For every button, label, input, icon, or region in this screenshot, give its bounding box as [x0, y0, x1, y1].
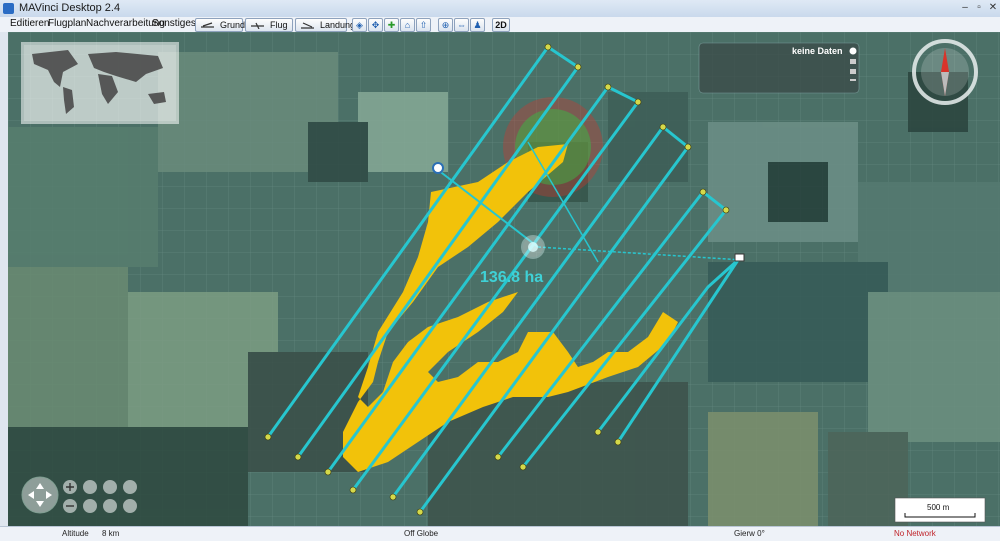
move-point-button[interactable]: ✥ — [368, 18, 383, 32]
menu-editieren[interactable]: Editieren — [10, 18, 49, 29]
flug-button[interactable]: Flug — [245, 18, 293, 32]
menu-flugplan[interactable]: Flugplan — [48, 18, 86, 29]
scale-bar: 500 m — [894, 497, 986, 523]
takeoff-marker-icon[interactable] — [432, 162, 444, 174]
home-icon: ⌂ — [404, 20, 411, 30]
zoom-extent-button[interactable]: ⇔ — [454, 18, 469, 32]
menu-sonstiges[interactable]: Sonstiges — [152, 18, 196, 29]
globe-state: Off Globe — [404, 529, 439, 538]
world-overview-map[interactable] — [21, 42, 179, 124]
tilt-up-icon — [103, 480, 117, 494]
plane-landing-icon — [301, 22, 314, 29]
plus-icon: ✚ — [387, 20, 396, 30]
plane-flight-icon — [251, 22, 264, 29]
heading-value: Gierw 0° — [734, 529, 765, 538]
rotate-icon — [83, 480, 97, 494]
network-status: No Network — [894, 529, 936, 538]
upload-icon: ⇧ — [419, 20, 428, 30]
grund-label: Grund — [220, 20, 246, 30]
app-logo-icon — [3, 3, 14, 14]
grund-button[interactable]: Grund — [195, 18, 246, 32]
user-button[interactable]: ♟ — [470, 18, 485, 32]
menu-bar: Editieren Flugplan Nachverarbeitung Sons… — [0, 17, 1000, 33]
add-point-button[interactable]: ◈ — [352, 18, 367, 32]
home-button[interactable]: ⌂ — [400, 18, 415, 32]
info-chart-icon[interactable] — [850, 59, 856, 64]
tilt-down-icon — [103, 499, 117, 513]
crosshair-icon: ⊕ — [441, 20, 450, 30]
add-waypoint-button[interactable]: ✚ — [384, 18, 399, 32]
map-canvas: 136.8 ha keine Daten 500 m — [8, 32, 1000, 526]
info-list-icon[interactable] — [850, 69, 856, 74]
plane-ground-icon — [201, 22, 214, 28]
minimize-button[interactable]: – — [958, 1, 972, 15]
title-bar: MAVinci Desktop 2.4 – ▫ ✕ — [0, 0, 1000, 18]
landung-label: Landung — [320, 20, 356, 30]
view-2d-button[interactable]: 2D — [492, 18, 510, 32]
scale-label: 500 m — [927, 503, 950, 512]
maximize-button[interactable]: ▫ — [972, 1, 986, 15]
reset-view-icon — [83, 499, 97, 513]
status-bar: Altitude 8 km Off Globe Gierw 0° No Netw… — [0, 526, 1000, 541]
info-panel: keine Daten — [698, 42, 860, 94]
pan-control-icon — [21, 476, 59, 514]
add-point-icon: ◈ — [356, 20, 363, 30]
info-expand-icon[interactable] — [850, 79, 856, 81]
move-icon: ✥ — [371, 20, 380, 30]
landung-button[interactable]: Landung — [295, 18, 355, 32]
exaggeration-up-icon — [123, 480, 137, 494]
info-close-icon[interactable] — [849, 47, 857, 55]
close-button[interactable]: ✕ — [986, 1, 1000, 15]
flug-label: Flug — [270, 20, 288, 30]
view-2d-label: 2D — [495, 20, 507, 30]
map-view[interactable]: 136.8 ha keine Daten 500 m — [8, 32, 1000, 526]
altitude-label: Altitude — [62, 529, 89, 538]
focus-button[interactable]: ⊕ — [438, 18, 453, 32]
upload-button[interactable]: ⇧ — [416, 18, 431, 32]
landing-marker-icon[interactable] — [734, 253, 745, 262]
window-title: MAVinci Desktop 2.4 — [19, 2, 121, 14]
info-panel-text: keine Daten — [792, 46, 843, 56]
area-size-label: 136.8 ha — [480, 269, 543, 286]
user-icon: ♟ — [473, 20, 482, 30]
altitude-value: 8 km — [102, 529, 120, 538]
compass-icon[interactable] — [912, 39, 978, 105]
zoom-extent-icon: ⇔ — [457, 20, 466, 30]
exaggeration-down-icon — [123, 499, 137, 513]
